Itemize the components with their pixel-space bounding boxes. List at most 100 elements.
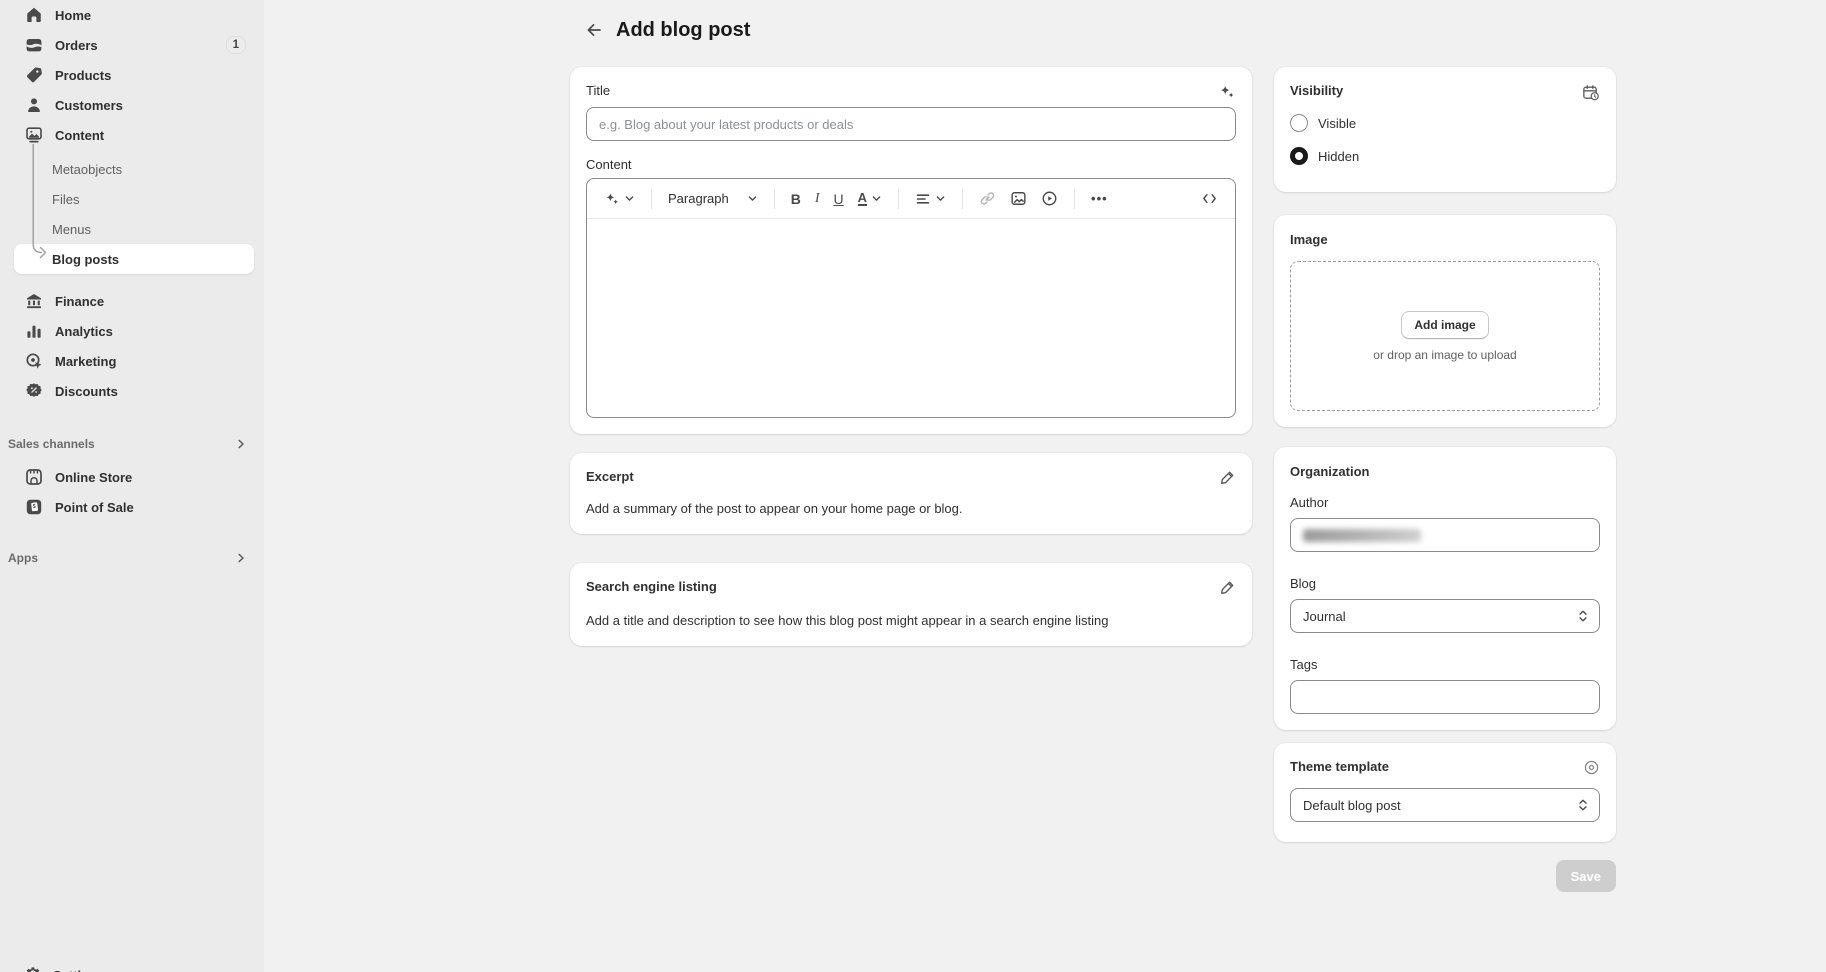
apps-header[interactable]: Apps bbox=[0, 546, 264, 570]
blog-select[interactable]: Journal bbox=[1290, 599, 1600, 633]
visibility-title: Visibility bbox=[1290, 83, 1343, 98]
orders-count-badge: 1 bbox=[226, 36, 246, 54]
excerpt-description: Add a summary of the post to appear on y… bbox=[586, 500, 1236, 518]
sidebar-item-blog-posts[interactable]: Blog posts bbox=[14, 244, 254, 274]
sidebar-item-metaobjects[interactable]: Metaobjects bbox=[14, 154, 254, 184]
play-circle-icon bbox=[1041, 190, 1058, 207]
sidebar-item-home[interactable]: Home bbox=[14, 0, 254, 30]
radio-checked-icon bbox=[1290, 147, 1308, 165]
visibility-option-hidden[interactable]: Hidden bbox=[1290, 144, 1600, 168]
seo-description: Add a title and description to see how t… bbox=[586, 612, 1236, 630]
image-title: Image bbox=[1290, 232, 1328, 247]
point-of-sale-icon bbox=[24, 497, 44, 517]
sidebar-item-discounts[interactable]: Discounts bbox=[14, 376, 254, 406]
tags-label: Tags bbox=[1290, 657, 1600, 672]
theme-template-value: Default blog post bbox=[1303, 798, 1401, 813]
sidebar-item-content[interactable]: Content bbox=[14, 120, 254, 150]
sidebar-item-marketing[interactable]: Marketing bbox=[14, 346, 254, 376]
search-engine-listing-card: Search engine listing Add a title and de… bbox=[570, 563, 1252, 646]
paragraph-style-dropdown[interactable]: Paragraph bbox=[663, 187, 763, 210]
code-view-button[interactable] bbox=[1196, 186, 1223, 211]
add-image-button[interactable]: Add image bbox=[1401, 311, 1488, 339]
edit-pencil-icon[interactable] bbox=[1219, 579, 1236, 596]
sidebar-item-menus[interactable]: Menus bbox=[14, 214, 254, 244]
home-icon bbox=[24, 5, 44, 25]
sidebar-item-point-of-sale[interactable]: Point of Sale bbox=[14, 492, 254, 522]
ai-assist-button[interactable] bbox=[599, 187, 640, 211]
edit-pencil-icon[interactable] bbox=[1219, 469, 1236, 486]
title-input[interactable] bbox=[586, 107, 1236, 141]
finance-bank-icon bbox=[24, 291, 44, 311]
blog-label: Blog bbox=[1290, 576, 1600, 591]
chevron-right-icon bbox=[234, 551, 248, 565]
select-updown-icon bbox=[1577, 798, 1589, 812]
visibility-option-visible[interactable]: Visible bbox=[1290, 111, 1600, 135]
preview-eye-icon[interactable] bbox=[1583, 759, 1600, 776]
title-content-card: Title Content bbox=[570, 67, 1252, 434]
excerpt-card: Excerpt Add a summary of the post to app… bbox=[570, 453, 1252, 534]
theme-template-select[interactable]: Default blog post bbox=[1290, 788, 1600, 822]
online-store-icon bbox=[24, 467, 44, 487]
italic-button[interactable]: I bbox=[810, 187, 825, 211]
sales-channels-list: Online Store Point of Sale bbox=[0, 462, 264, 522]
toolbar-divider bbox=[651, 189, 652, 209]
sales-channels-header[interactable]: Sales channels bbox=[0, 432, 264, 456]
sidebar-item-label: Content bbox=[55, 128, 104, 143]
link-icon bbox=[979, 190, 996, 207]
secondary-navigation: Finance Analytics Marketing Discounts bbox=[0, 286, 264, 406]
organization-title: Organization bbox=[1290, 464, 1369, 479]
toolbar-divider bbox=[962, 189, 963, 209]
tags-input[interactable] bbox=[1290, 680, 1600, 714]
content-media-icon bbox=[24, 125, 44, 145]
content-editor-body[interactable] bbox=[587, 219, 1235, 417]
sidebar-item-customers[interactable]: Customers bbox=[14, 90, 254, 120]
rich-text-editor: Paragraph B I U A bbox=[586, 178, 1236, 418]
discounts-badge-icon bbox=[24, 381, 44, 401]
image-icon bbox=[1010, 190, 1027, 207]
chevron-down-icon bbox=[747, 193, 758, 204]
alignment-button[interactable] bbox=[910, 187, 951, 211]
save-button[interactable]: Save bbox=[1556, 860, 1616, 892]
bold-button[interactable]: B bbox=[786, 187, 806, 211]
sidebar-item-online-store[interactable]: Online Store bbox=[14, 462, 254, 492]
insert-video-button[interactable] bbox=[1036, 186, 1063, 211]
redacted-author-value bbox=[1303, 529, 1421, 542]
sidebar-item-label: Products bbox=[55, 68, 111, 83]
excerpt-title: Excerpt bbox=[586, 469, 634, 484]
settings-gear-icon bbox=[24, 964, 42, 972]
content-subnav: Metaobjects Files Menus Blog posts bbox=[0, 150, 264, 278]
toolbar-divider bbox=[1074, 189, 1075, 209]
toolbar-divider bbox=[898, 189, 899, 209]
sidebar-item-products[interactable]: Products bbox=[14, 60, 254, 90]
drop-hint-text: or drop an image to upload bbox=[1373, 348, 1516, 362]
chevron-right-icon bbox=[234, 437, 248, 451]
seo-title: Search engine listing bbox=[586, 579, 717, 594]
sidebar-item-orders[interactable]: Orders 1 bbox=[14, 30, 254, 60]
chevron-down-icon bbox=[871, 193, 882, 204]
sidebar-item-files[interactable]: Files bbox=[14, 184, 254, 214]
insert-image-button[interactable] bbox=[1005, 186, 1032, 211]
ai-sparkle-icon[interactable] bbox=[1218, 83, 1236, 101]
text-color-button[interactable]: A bbox=[853, 187, 887, 210]
insert-link-button[interactable] bbox=[974, 186, 1001, 211]
customers-person-icon bbox=[24, 95, 44, 115]
back-button[interactable] bbox=[582, 18, 606, 42]
align-left-icon bbox=[915, 191, 931, 207]
main-content: Add blog post Title Content bbox=[264, 0, 1826, 972]
main-navigation: Home Orders 1 Products Customers C bbox=[0, 0, 264, 570]
sidebar-item-analytics[interactable]: Analytics bbox=[14, 316, 254, 346]
content-label: Content bbox=[586, 157, 1236, 172]
more-options-button[interactable]: ••• bbox=[1086, 187, 1113, 210]
author-label: Author bbox=[1290, 495, 1600, 510]
image-dropzone[interactable]: Add image or drop an image to upload bbox=[1290, 261, 1600, 411]
author-input[interactable] bbox=[1290, 518, 1600, 552]
select-updown-icon bbox=[1577, 609, 1589, 623]
underline-button[interactable]: U bbox=[829, 187, 849, 211]
sidebar: Home Orders 1 Products Customers C bbox=[0, 0, 264, 972]
toolbar-divider bbox=[774, 189, 775, 209]
sidebar-item-finance[interactable]: Finance bbox=[14, 286, 254, 316]
theme-template-title: Theme template bbox=[1290, 759, 1389, 774]
sidebar-item-settings[interactable]: Settings bbox=[14, 960, 104, 972]
visibility-card: Visibility Visible Hidden bbox=[1274, 67, 1616, 192]
schedule-calendar-clock-icon[interactable] bbox=[1581, 83, 1600, 102]
